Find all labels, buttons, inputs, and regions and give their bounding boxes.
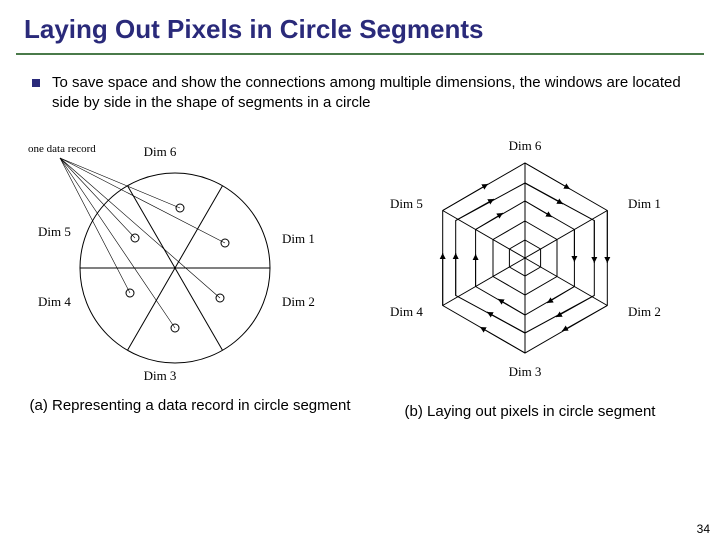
captions-row: (a) Representing a data record in circle… [0, 388, 720, 422]
label-dim1-b: Dim 1 [628, 196, 661, 211]
caption-a: (a) Representing a data record in circle… [20, 396, 360, 422]
page-number: 34 [697, 522, 710, 536]
note-one-data-record: one data record [28, 143, 96, 155]
label-dim6-a: Dim 6 [144, 144, 177, 159]
bullet-text: To save space and show the connections a… [52, 73, 688, 114]
label-dim4-b: Dim 4 [390, 304, 423, 319]
slide-title: Laying Out Pixels in Circle Segments [0, 0, 720, 51]
label-dim3-b: Dim 3 [509, 364, 542, 379]
label-dim2-b: Dim 2 [628, 304, 661, 319]
label-dim5-a: Dim 5 [38, 224, 71, 239]
figures-row: one data record Dim 1 Dim 2 Dim 3 Dim 4 … [0, 122, 720, 388]
label-dim6-b: Dim 6 [509, 138, 542, 153]
label-dim3-a: Dim 3 [144, 368, 177, 383]
figure-b: Dim 1 Dim 2 Dim 3 Dim 4 Dim 5 Dim 6 [360, 128, 700, 388]
bullet-block: To save space and show the connections a… [0, 55, 720, 122]
caption-b: (b) Laying out pixels in circle segment [360, 402, 700, 422]
figure-a: one data record Dim 1 Dim 2 Dim 3 Dim 4 … [20, 128, 340, 388]
bullet-square-icon [32, 79, 40, 87]
hex-layout-icon: Dim 1 Dim 2 Dim 3 Dim 4 Dim 5 Dim 6 [360, 128, 700, 388]
circle-segment-icon: one data record Dim 1 Dim 2 Dim 3 Dim 4 … [20, 128, 340, 388]
label-dim5-b: Dim 5 [390, 196, 423, 211]
label-dim4-a: Dim 4 [38, 294, 71, 309]
label-dim2-a: Dim 2 [282, 294, 315, 309]
label-dim1-a: Dim 1 [282, 231, 315, 246]
